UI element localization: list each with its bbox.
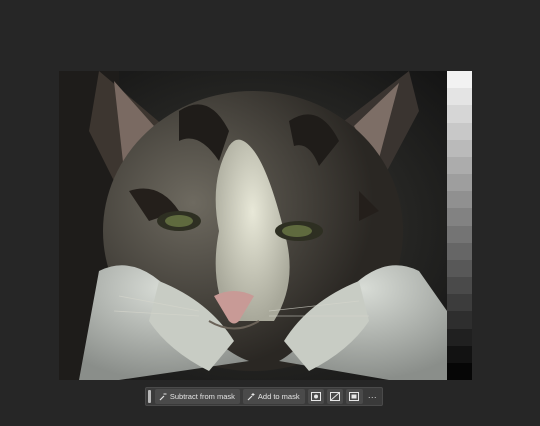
gray-swatch bbox=[447, 242, 472, 260]
grayscale-swatch-strip bbox=[447, 71, 472, 380]
gray-swatch bbox=[447, 156, 472, 175]
gray-swatch bbox=[447, 345, 472, 363]
gray-swatch bbox=[447, 191, 472, 209]
invert-mask-button[interactable] bbox=[326, 388, 344, 406]
gray-swatch bbox=[447, 174, 472, 192]
subtract-from-mask-button[interactable]: Subtract from mask bbox=[154, 389, 240, 404]
gray-swatch bbox=[447, 259, 472, 278]
gray-swatch bbox=[447, 362, 472, 380]
cat-photo bbox=[59, 71, 447, 380]
brush-plus-icon bbox=[247, 392, 255, 401]
mask-options-button[interactable] bbox=[346, 388, 363, 406]
gray-swatch bbox=[447, 277, 472, 295]
mask-options-icon bbox=[349, 388, 360, 406]
gray-swatch bbox=[447, 139, 472, 157]
invert-mask-icon bbox=[330, 388, 341, 406]
more-options-button[interactable]: ··· bbox=[366, 389, 379, 404]
gray-swatch bbox=[447, 225, 472, 243]
canvas-area[interactable]: Subtract from mask Add to mask ··· bbox=[0, 0, 540, 426]
subtract-from-mask-label: Subtract from mask bbox=[169, 392, 235, 401]
gray-swatch bbox=[447, 294, 472, 312]
gray-swatch bbox=[447, 122, 472, 140]
gray-swatch bbox=[447, 311, 472, 329]
gray-swatch bbox=[447, 71, 472, 89]
gray-swatch bbox=[447, 88, 472, 106]
add-to-mask-label: Add to mask bbox=[257, 392, 300, 401]
gray-swatch bbox=[447, 208, 472, 226]
gray-swatch bbox=[447, 105, 472, 123]
add-to-mask-button[interactable]: Add to mask bbox=[242, 389, 305, 404]
image-frame[interactable] bbox=[59, 71, 472, 380]
mask-overlay-button[interactable] bbox=[307, 388, 324, 406]
mask-overlay-icon bbox=[310, 388, 321, 406]
mask-toolbar: Subtract from mask Add to mask ··· bbox=[145, 387, 383, 406]
more-icon: ··· bbox=[367, 391, 377, 402]
gray-swatch bbox=[447, 328, 472, 346]
drag-handle[interactable] bbox=[148, 390, 151, 403]
brush-minus-icon bbox=[159, 393, 167, 401]
